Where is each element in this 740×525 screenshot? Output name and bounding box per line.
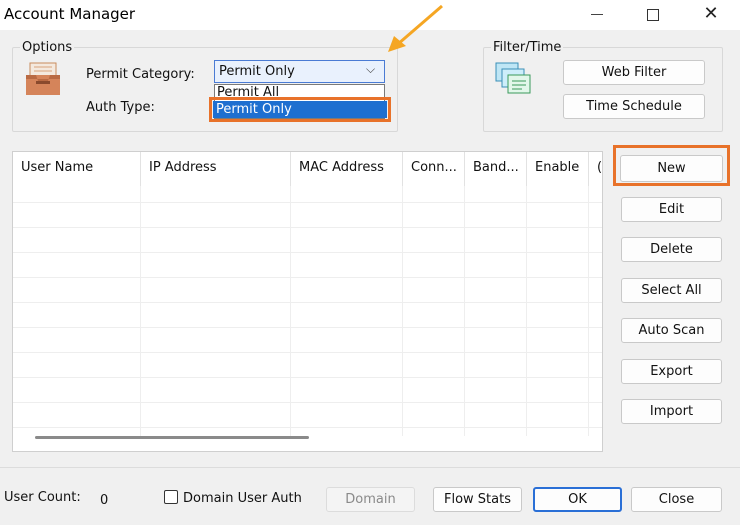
table-row bbox=[13, 377, 602, 378]
column-divider bbox=[140, 186, 141, 436]
user-count-value: 0 bbox=[100, 493, 109, 508]
column-divider bbox=[290, 186, 291, 436]
table-row bbox=[13, 202, 602, 203]
window-title: Account Manager bbox=[4, 5, 136, 23]
table-row bbox=[13, 327, 602, 328]
table-row bbox=[13, 277, 602, 278]
select-all-button[interactable]: Select All bbox=[621, 278, 722, 303]
auto-scan-button[interactable]: Auto Scan bbox=[621, 318, 722, 343]
close-icon: ✕ bbox=[703, 3, 719, 24]
table-row bbox=[13, 352, 602, 353]
user-count-label: User Count: bbox=[4, 490, 81, 505]
column-header-user-name[interactable]: User Name bbox=[13, 152, 141, 186]
chevron-down-icon: ⌵ bbox=[366, 62, 376, 76]
minimize-button[interactable] bbox=[574, 0, 620, 30]
domain-user-auth-checkbox[interactable] bbox=[164, 490, 178, 504]
close-button[interactable]: Close bbox=[631, 487, 722, 512]
permit-category-label: Permit Category: bbox=[86, 67, 195, 82]
user-table[interactable]: User Name IP Address MAC Address Conn...… bbox=[12, 151, 603, 452]
column-divider bbox=[402, 186, 403, 436]
permit-category-select[interactable]: Permit Only ⌵ bbox=[214, 60, 385, 83]
column-header-mac-address[interactable]: MAC Address bbox=[291, 152, 403, 186]
horizontal-scrollbar[interactable] bbox=[35, 436, 309, 439]
ok-button[interactable]: OK bbox=[533, 487, 622, 512]
column-header-ip-address[interactable]: IP Address bbox=[141, 152, 291, 186]
time-schedule-button[interactable]: Time Schedule bbox=[563, 94, 705, 119]
dropdown-option-permit-only[interactable]: Permit Only bbox=[213, 101, 387, 118]
column-header-enable[interactable]: Enable bbox=[527, 152, 589, 186]
table-row bbox=[13, 402, 602, 403]
column-divider bbox=[464, 186, 465, 436]
auth-type-label: Auth Type: bbox=[86, 100, 155, 115]
column-header-truncated[interactable]: ( bbox=[589, 152, 602, 186]
table-row bbox=[13, 302, 602, 303]
column-divider bbox=[588, 186, 589, 436]
column-divider bbox=[526, 186, 527, 436]
delete-button[interactable]: Delete bbox=[621, 237, 722, 262]
inbox-icon bbox=[24, 61, 62, 97]
new-button[interactable]: New bbox=[620, 155, 723, 182]
minimize-icon bbox=[591, 14, 603, 15]
column-header-connections[interactable]: Conn... bbox=[403, 152, 465, 186]
maximize-icon bbox=[647, 8, 659, 21]
close-window-button[interactable]: ✕ bbox=[688, 0, 734, 30]
export-button[interactable]: Export bbox=[621, 359, 722, 384]
flow-stats-button[interactable]: Flow Stats bbox=[433, 487, 522, 512]
footer-divider bbox=[0, 467, 740, 468]
table-row bbox=[13, 427, 602, 428]
permit-category-value: Permit Only bbox=[219, 64, 295, 79]
domain-button[interactable]: Domain bbox=[326, 487, 415, 512]
table-row bbox=[13, 252, 602, 253]
annotation-arrow-icon bbox=[388, 4, 443, 52]
windows-stack-icon bbox=[494, 61, 534, 97]
filter-time-group-label: Filter/Time bbox=[491, 40, 564, 55]
import-button[interactable]: Import bbox=[621, 399, 722, 424]
maximize-button[interactable] bbox=[630, 0, 676, 30]
table-row bbox=[13, 227, 602, 228]
web-filter-button[interactable]: Web Filter bbox=[563, 60, 705, 85]
column-header-bandwidth[interactable]: Band... bbox=[465, 152, 527, 186]
options-group-label: Options bbox=[20, 40, 75, 55]
domain-user-auth-label: Domain User Auth bbox=[183, 491, 302, 506]
edit-button[interactable]: Edit bbox=[621, 197, 722, 222]
